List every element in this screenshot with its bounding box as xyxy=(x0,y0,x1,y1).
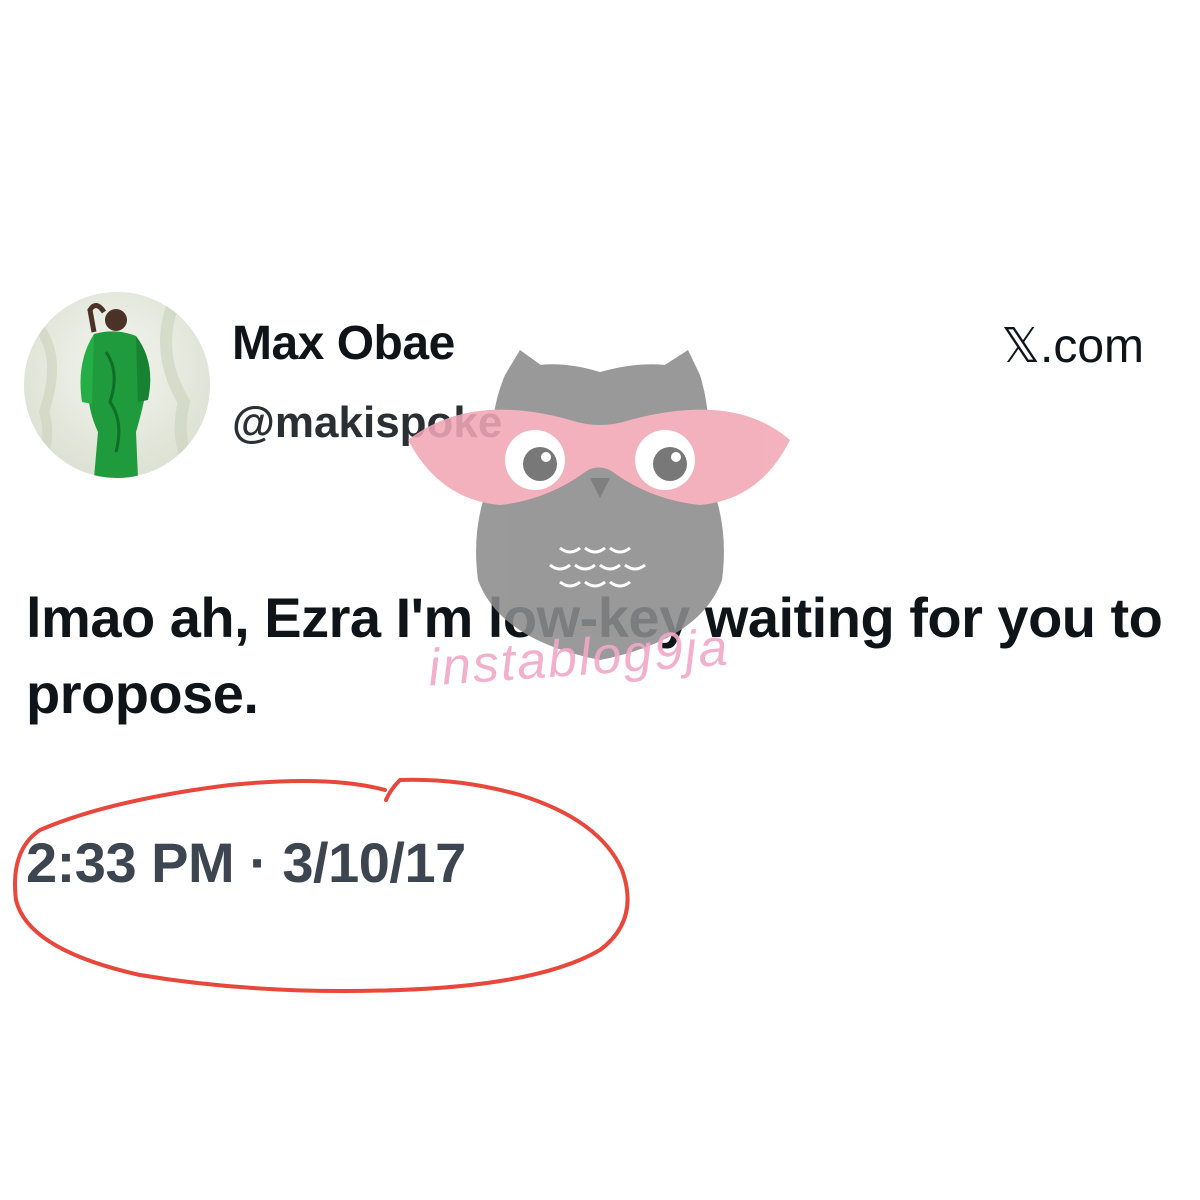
tweet-timestamp[interactable]: 2:33 PM · 3/10/17 xyxy=(26,830,466,895)
author-handle[interactable]: @makispoke xyxy=(232,398,502,448)
profile-photo-icon xyxy=(24,292,210,478)
avatar[interactable] xyxy=(24,292,210,478)
source-label: 𝕏.com xyxy=(1001,320,1144,373)
author-display-name[interactable]: Max Obae xyxy=(232,316,455,371)
tweet-card: Max Obae @makispoke 𝕏.com lmao ah, Ezra … xyxy=(0,0,1200,1200)
